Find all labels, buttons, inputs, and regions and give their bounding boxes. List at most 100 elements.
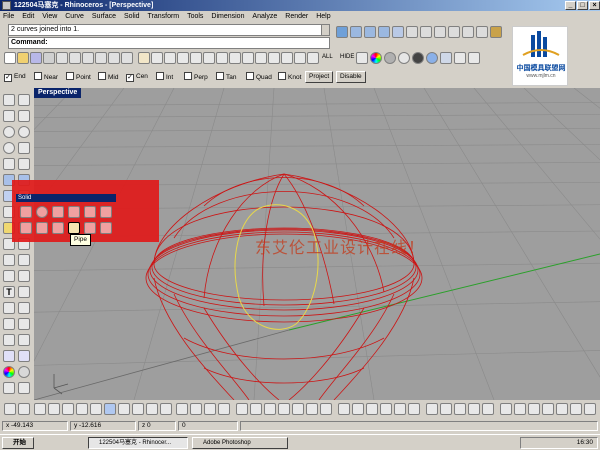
- checkbox[interactable]: [216, 72, 224, 80]
- undo-view-icon[interactable]: [216, 52, 228, 64]
- circle-icon[interactable]: [3, 126, 15, 138]
- point-icon[interactable]: [18, 94, 30, 106]
- osnap-quad[interactable]: Quad: [246, 72, 272, 83]
- task-rhino[interactable]: 122504马塞克 - Rhinocer...: [88, 437, 188, 449]
- properties-icon[interactable]: [440, 52, 452, 64]
- zoom-icon[interactable]: [164, 52, 176, 64]
- command-line[interactable]: Command:: [8, 37, 330, 49]
- tool-icon[interactable]: [584, 403, 596, 415]
- viewport-icon[interactable]: [378, 26, 390, 38]
- osnap-point[interactable]: Point: [66, 72, 91, 83]
- tool-icon[interactable]: [292, 403, 304, 415]
- viewport-icon[interactable]: [364, 26, 376, 38]
- checkbox[interactable]: [278, 72, 286, 80]
- minimize-button[interactable]: _: [565, 1, 576, 10]
- close-button[interactable]: ×: [589, 1, 600, 10]
- paste-icon[interactable]: [95, 52, 107, 64]
- polyline-icon[interactable]: [3, 110, 15, 122]
- boolean-icon[interactable]: [84, 222, 96, 234]
- lights-icon[interactable]: [454, 52, 466, 64]
- tool-icon[interactable]: [366, 403, 378, 415]
- polygon-icon[interactable]: [3, 158, 15, 170]
- layout-icon[interactable]: [406, 26, 418, 38]
- tool-icon[interactable]: [18, 403, 30, 415]
- render-icon[interactable]: [398, 52, 410, 64]
- tool-icon[interactable]: [4, 403, 16, 415]
- tool-icon[interactable]: [62, 403, 74, 415]
- tool-icon[interactable]: [236, 403, 248, 415]
- osnap-knot[interactable]: Knot: [278, 72, 301, 83]
- curve-icon[interactable]: [18, 110, 30, 122]
- checkbox[interactable]: [98, 72, 106, 80]
- cut-icon[interactable]: [69, 52, 81, 64]
- osnap-cen[interactable]: ✓ Cen: [126, 72, 148, 82]
- cplane-icon[interactable]: [255, 52, 267, 64]
- text-icon[interactable]: T: [3, 286, 15, 298]
- tool-icon[interactable]: [118, 403, 130, 415]
- menu-help[interactable]: Help: [313, 11, 333, 22]
- tool-icon[interactable]: [500, 403, 512, 415]
- copy-icon[interactable]: [82, 52, 94, 64]
- checkbox[interactable]: [34, 72, 42, 80]
- tool-icon[interactable]: [394, 403, 406, 415]
- layer-icon[interactable]: [3, 350, 15, 362]
- osnap-end[interactable]: ✓ End: [4, 72, 26, 82]
- menu-transform[interactable]: Transform: [145, 11, 183, 22]
- menu-surface[interactable]: Surface: [89, 11, 119, 22]
- menu-curve[interactable]: Curve: [62, 11, 87, 22]
- tool-icon[interactable]: [190, 403, 202, 415]
- menu-dimension[interactable]: Dimension: [208, 11, 247, 22]
- save-icon[interactable]: [30, 52, 42, 64]
- cone-icon[interactable]: [68, 206, 80, 218]
- disable-button[interactable]: Disable: [336, 71, 366, 83]
- color-icon[interactable]: [3, 366, 15, 378]
- history-scrollbar[interactable]: [321, 25, 329, 35]
- tool-icon[interactable]: [454, 403, 466, 415]
- menu-file[interactable]: File: [0, 11, 17, 22]
- show-all-label[interactable]: ALL: [322, 54, 333, 60]
- tool-icon[interactable]: [352, 403, 364, 415]
- layout-icon[interactable]: [448, 26, 460, 38]
- tool-icon[interactable]: [132, 403, 144, 415]
- lock-icon[interactable]: [356, 52, 368, 64]
- material-icon[interactable]: [412, 52, 424, 64]
- tool-icon[interactable]: [542, 403, 554, 415]
- layout-icon[interactable]: [434, 26, 446, 38]
- menu-solid[interactable]: Solid: [121, 11, 143, 22]
- tool-icon[interactable]: [48, 403, 60, 415]
- copy-object-icon[interactable]: [18, 254, 30, 266]
- layer-icon[interactable]: [18, 350, 30, 362]
- tool-icon[interactable]: [482, 403, 494, 415]
- tool-icon[interactable]: [514, 403, 526, 415]
- help-icon[interactable]: [468, 52, 480, 64]
- arc-icon[interactable]: [18, 126, 30, 138]
- osnap-near[interactable]: Near: [34, 72, 58, 83]
- shade-icon[interactable]: [384, 52, 396, 64]
- osnap-perp[interactable]: Perp: [184, 72, 208, 83]
- tool-icon[interactable]: [408, 403, 420, 415]
- menu-tools[interactable]: Tools: [184, 11, 206, 22]
- menu-view[interactable]: View: [39, 11, 60, 22]
- tool-icon[interactable]: [468, 403, 480, 415]
- sphere-icon[interactable]: [426, 52, 438, 64]
- rotate-icon[interactable]: [3, 270, 15, 282]
- viewport-title[interactable]: Perspective: [34, 88, 82, 98]
- start-button[interactable]: 开始: [2, 437, 34, 449]
- offset-icon[interactable]: [18, 158, 30, 170]
- tool-icon[interactable]: [176, 403, 188, 415]
- maximize-button[interactable]: □: [577, 1, 588, 10]
- move-icon[interactable]: [3, 254, 15, 266]
- checkbox[interactable]: [246, 72, 254, 80]
- project-button[interactable]: Project: [305, 71, 334, 83]
- viewport-icon[interactable]: [350, 26, 362, 38]
- tool-icon[interactable]: [146, 403, 158, 415]
- curvature-icon[interactable]: [18, 318, 30, 330]
- analyze-icon[interactable]: [3, 318, 15, 330]
- tool-icon[interactable]: [278, 403, 290, 415]
- print-icon[interactable]: [43, 52, 55, 64]
- points-off-icon[interactable]: [18, 334, 30, 346]
- cplane-icon[interactable]: [268, 52, 280, 64]
- camera-icon[interactable]: [18, 382, 30, 394]
- undo-icon[interactable]: [108, 52, 120, 64]
- checkbox[interactable]: [156, 72, 164, 80]
